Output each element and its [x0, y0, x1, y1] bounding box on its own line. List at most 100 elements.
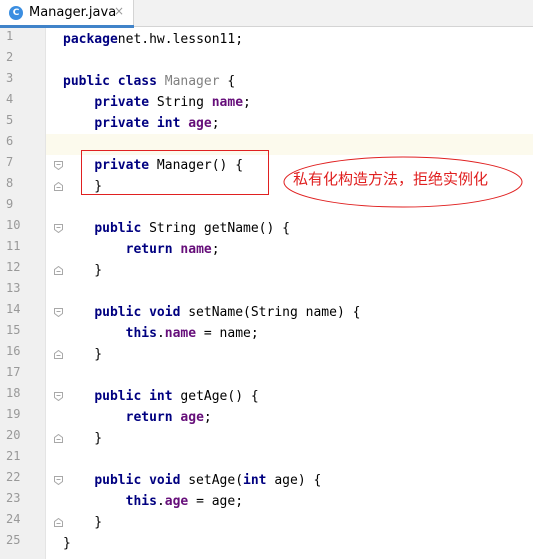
code-editor[interactable]: 1 packagenet.hw.lesson11; 2 3 public class M…: [6, 28, 533, 559]
code-token: ;: [211, 242, 220, 257]
field-token: name: [211, 95, 244, 110]
line-number: 15: [6, 323, 21, 337]
keyword-token: int: [243, 473, 267, 488]
code-token: setName(String name) {: [180, 305, 361, 320]
keyword-token: return: [125, 410, 173, 425]
code-token: }: [63, 431, 103, 446]
code-line[interactable]: 1 packagenet.hw.lesson11;: [6, 29, 533, 50]
line-number: 24: [6, 512, 21, 526]
line-number: 22: [6, 470, 21, 484]
code-line[interactable]: 25}: [6, 533, 533, 554]
line-number: 10: [6, 218, 21, 232]
code-token: net.hw.lesson11;: [117, 32, 244, 47]
code-line[interactable]: 18 public int getAge() {: [6, 386, 533, 407]
code-text: }: [63, 428, 102, 449]
fold-open-icon[interactable]: [54, 392, 63, 401]
fold-close-icon[interactable]: [54, 182, 63, 191]
keyword-token: this: [125, 326, 157, 341]
editor-tab-bar: C Manager.java ×: [0, 0, 533, 28]
line-number: 18: [6, 386, 21, 400]
code-line[interactable]: 15 this.name = name;: [6, 323, 533, 344]
line-number: 6: [6, 134, 14, 148]
field-token: name: [164, 326, 197, 341]
code-line[interactable]: 17: [6, 365, 533, 386]
code-text: this.age = age;: [63, 491, 243, 512]
keyword-token: public void: [94, 473, 181, 488]
code-token: }: [63, 347, 103, 362]
code-token: }: [63, 515, 103, 530]
code-line[interactable]: 22 public void setAge(int age) {: [6, 470, 533, 491]
code-line[interactable]: 13: [6, 281, 533, 302]
code-line[interactable]: 2: [6, 50, 533, 71]
fold-open-icon[interactable]: [54, 161, 63, 170]
fold-open-icon[interactable]: [54, 476, 63, 485]
code-line[interactable]: 19 return age;: [6, 407, 533, 428]
code-text: }: [63, 512, 102, 533]
fold-open-icon[interactable]: [54, 224, 63, 233]
code-line[interactable]: 12 }: [6, 260, 533, 281]
keyword-token: package: [63, 32, 118, 47]
line-number: 25: [6, 533, 21, 547]
keyword-token: private int: [94, 116, 181, 131]
line-number: 11: [6, 239, 21, 253]
code-text: public class Manager {: [63, 71, 235, 92]
code-line[interactable]: 11 return name;: [6, 239, 533, 260]
keyword-token: this: [125, 494, 157, 509]
line-number: 21: [6, 449, 21, 463]
line-number: 19: [6, 407, 21, 421]
code-token: .: [156, 494, 165, 509]
code-line[interactable]: 5 private int age;: [6, 113, 533, 134]
fold-close-icon[interactable]: [54, 266, 63, 275]
code-token: ;: [203, 410, 212, 425]
fold-close-icon[interactable]: [54, 518, 63, 527]
code-line[interactable]: 24 }: [6, 512, 533, 533]
close-icon[interactable]: ×: [114, 4, 124, 18]
constructor-highlight-box: [81, 150, 269, 195]
code-text: public void setAge(int age) {: [63, 470, 321, 491]
code-token: .: [156, 326, 165, 341]
code-line[interactable]: 21: [6, 449, 533, 470]
code-text: private String name;: [63, 92, 251, 113]
code-text: private int age;: [63, 113, 219, 134]
line-number: 8: [6, 176, 14, 190]
line-number: 2: [6, 50, 14, 64]
fold-close-icon[interactable]: [54, 350, 63, 359]
code-text: public int getAge() {: [63, 386, 258, 407]
line-number: 5: [6, 113, 14, 127]
code-text: }: [63, 260, 102, 281]
code-line[interactable]: 23 this.age = age;: [6, 491, 533, 512]
line-number: 1: [6, 29, 14, 43]
tab-manager-java[interactable]: C Manager.java ×: [0, 0, 134, 28]
fold-close-icon[interactable]: [54, 434, 63, 443]
code-line[interactable]: 10 public String getName() {: [6, 218, 533, 239]
code-line[interactable]: 20 }: [6, 428, 533, 449]
keyword-token: public: [94, 221, 142, 236]
code-text: }: [63, 533, 71, 554]
fold-open-icon[interactable]: [54, 308, 63, 317]
code-line[interactable]: 16 }: [6, 344, 533, 365]
field-token: age: [164, 494, 189, 509]
line-number: 7: [6, 155, 14, 169]
line-number: 17: [6, 365, 21, 379]
line-number: 9: [6, 197, 14, 211]
java-class-icon: C: [9, 6, 23, 20]
keyword-token: private: [94, 95, 150, 110]
keyword-token: return: [125, 242, 173, 257]
annotation-text: 私有化构造方法，拒绝实例化: [293, 170, 489, 188]
code-line[interactable]: 3 public class Manager {: [6, 71, 533, 92]
code-token: = age;: [188, 494, 244, 509]
line-number: 12: [6, 260, 21, 274]
tab-label: Manager.java: [29, 5, 117, 20]
code-line[interactable]: 4 private String name;: [6, 92, 533, 113]
code-token: String: [149, 95, 212, 110]
field-token: age: [188, 116, 212, 131]
code-token: setAge(: [180, 473, 244, 488]
code-text: public void setName(String name) {: [63, 302, 360, 323]
code-text: public String getName() {: [63, 218, 290, 239]
code-line[interactable]: 14 public void setName(String name) {: [6, 302, 533, 323]
